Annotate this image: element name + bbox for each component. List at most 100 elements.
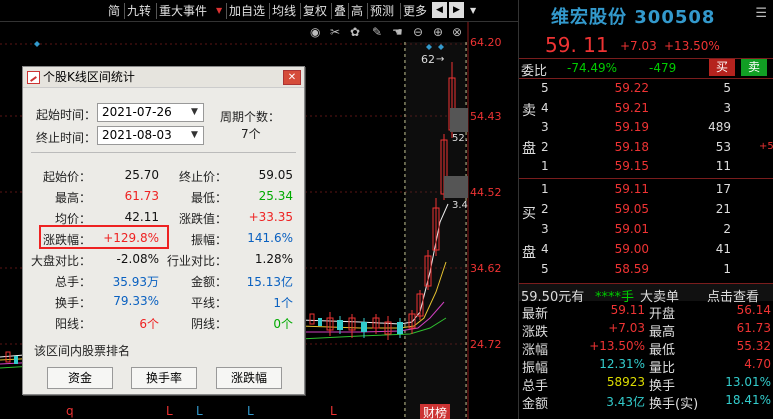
tb-add-watchlist[interactable]: 加自选 [226,3,267,19]
rank-turnover-button[interactable]: 换手率 [131,367,197,389]
rank-change-button[interactable]: 涨跌幅 [216,367,282,389]
price-tick: 34.62 [470,262,502,275]
tb-major-events[interactable]: 重大事件 [156,3,209,19]
stat-label: 最新 [522,307,549,322]
bid-level: 3 [541,222,549,236]
tb-predict[interactable]: 预测 [367,3,396,19]
stat-label: 金额 [522,397,549,412]
bid-volume: 17 [715,182,731,196]
stat-value: +13.50% [589,339,645,353]
ask-price[interactable]: 59.19 [599,120,649,134]
stat-value: 25.70 [124,168,159,182]
dropdown-icon[interactable]: ▼ [216,6,222,15]
ask-volume: 11 [715,159,731,173]
tb-jiuzhuan[interactable]: 九转 [124,3,153,19]
weicha-value: -479 [649,61,677,75]
tb-adjust[interactable]: 复权 [300,3,329,19]
bid-price[interactable]: 59.11 [599,182,649,196]
tb-overlay[interactable]: 叠 [331,3,348,19]
chart-toolbar: 简 九转 重大事件 ▼ 加自选 均线 复权 叠 高 预测 更多 ◀ ▶ ▼ [0,0,518,22]
stat-value: 25.34 [258,189,293,203]
chevron-down-icon: ▼ [191,107,198,117]
close-icon[interactable]: ⊗ [452,25,462,39]
stock-name-code: 维宏股份 300508 [551,7,716,28]
stat-value: 13.01% [725,375,771,389]
stat-value: 56.14 [736,303,771,317]
ask-price[interactable]: 59.18 [599,140,649,154]
start-time-label: 起始时间： [36,108,97,122]
tb-high[interactable]: 高 [348,3,365,19]
ask-price[interactable]: 59.15 [599,159,649,173]
left-arrow-icon[interactable]: ◀ [432,2,447,18]
stat-value: 141.6% [247,231,293,245]
ask-volume: 489 [708,120,731,134]
stat-value: 61.73 [124,189,159,203]
zoom-out-icon[interactable]: ⊖ [413,25,423,39]
right-arrow-icon[interactable]: ▶ [449,2,464,18]
bottom-marker: L [330,404,337,418]
stat-label: 换手(实) [649,397,699,412]
stat-value: 6个 [139,317,159,331]
settings-icon[interactable]: ✿ [350,25,360,39]
dialog-title-bar[interactable]: 个股K线区间统计 ✕ [23,67,304,88]
scissors-icon[interactable]: ✂ [330,25,340,39]
chevron-down-icon: ▼ [191,130,198,140]
ask-price[interactable]: 59.21 [599,101,649,115]
price-tick: 24.72 [470,338,502,351]
eye-icon[interactable]: ◉ [310,25,320,39]
big-order-bar[interactable]: 59.50元有 ****手 大卖单 点击查看 [519,283,773,305]
zoom-in-icon[interactable]: ⊕ [433,25,443,39]
tb-more[interactable]: 更多 [400,3,429,19]
price-tick: 44.52 [470,186,502,199]
bid-price[interactable]: 58.59 [599,262,649,276]
draw-icon[interactable]: ✎ [372,25,382,39]
end-time-label: 终止时间： [36,131,97,145]
close-button[interactable]: ✕ [283,70,301,85]
high-arrow-icon: → [436,54,445,65]
caibao-badge[interactable]: 财榜 [420,404,451,419]
chart-icon [27,71,40,84]
bid-volume: 21 [715,202,731,216]
price-tick: 54.43 [470,110,502,123]
stat-value: 79.33% [113,294,159,308]
rank-fund-button[interactable]: 资金 [47,367,113,389]
ask-level: 5 [541,81,549,95]
stat-value: 59.11 [610,303,645,317]
divider [31,152,296,153]
buy-button[interactable]: 买 [709,59,735,76]
sell-button[interactable]: 卖 [741,59,767,76]
end-time-select[interactable]: 2021-08-03 ▼ [97,126,204,145]
kline-range-stats-dialog: 个股K线区间统计 ✕ 起始时间： 2021-07-26 ▼ 终止时间： 2021… [22,66,305,395]
bid-price[interactable]: 59.00 [599,242,649,256]
weibi-label: 委比 [521,64,548,79]
end-time-value: 2021-08-03 [102,128,172,142]
tb-simplified[interactable]: 简 [106,3,122,19]
bid-volume: 1 [723,262,731,276]
ask-volume: 5 [723,81,731,95]
bid-side-label: 盘 [522,245,536,261]
stat-value: 3.43亿 [606,395,645,409]
toolbar-arrows: ◀ ▶ [432,2,466,19]
ask-volume: 53 [715,139,731,154]
stat-value: 1.28% [254,252,293,266]
toolbar-dropdown-icon[interactable]: ▼ [470,6,476,15]
bid-price[interactable]: 59.01 [599,222,649,236]
tb-moving-avg[interactable]: 均线 [269,3,298,19]
ask-extra: +5 [759,140,773,152]
stat-value: 61.73 [736,321,771,335]
ask-level: 3 [541,120,549,134]
mid-annotation: 3.4 [452,200,468,211]
bottom-marker: L [166,404,173,418]
ask-price[interactable]: 59.22 [599,81,649,95]
bid-price[interactable]: 59.05 [599,202,649,216]
hand-icon[interactable]: ☚ [392,25,403,39]
stat-value: +7.03 [608,321,645,335]
start-time-select[interactable]: 2021-07-26 ▼ [97,103,204,122]
bid-level: 5 [541,262,549,276]
stat-value: 35.93万 [112,275,159,289]
mid-annotation: 52. [452,133,468,144]
ask-level: 4 [541,100,549,115]
menu-icon[interactable]: ☰ [755,6,767,21]
ask-level: 1 [541,159,549,173]
weibi-value: -74.49% [567,61,618,75]
